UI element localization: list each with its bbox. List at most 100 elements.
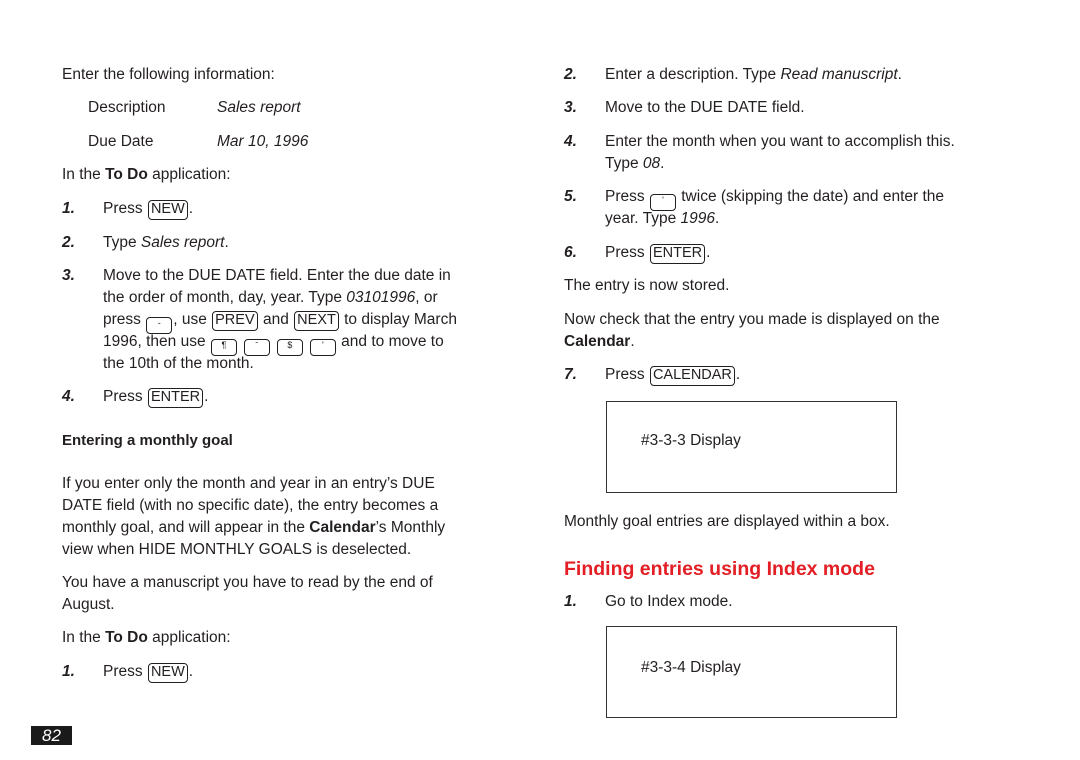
step-number: 3.: [62, 267, 75, 284]
step-text: .: [660, 155, 665, 172]
next-key: NEXT: [294, 311, 339, 331]
field-label-due-date: Due Date: [88, 133, 154, 150]
step-text: to display March: [339, 311, 457, 328]
field-label-description: Description: [88, 99, 166, 116]
index-step-text: Go to Index mode.: [605, 593, 733, 610]
right-step-2-text: Enter a description. Type Read manuscrip…: [605, 64, 902, 86]
check-line-1: Now check that the entry you made is dis…: [564, 311, 940, 328]
manuscript-line-1: You have a manuscript you have to read b…: [62, 574, 433, 591]
step-text: .: [735, 366, 741, 383]
step-number: 7.: [564, 366, 577, 383]
enter-key: ENTER: [649, 244, 706, 264]
intro-text: Enter the following information:: [62, 66, 275, 83]
step-number: 6.: [564, 244, 577, 261]
step-italic: 03101996: [346, 289, 416, 306]
step-number: 1.: [564, 593, 577, 610]
right-step-7-text: Press CALENDAR.: [605, 364, 740, 386]
step-text: and to move to: [336, 333, 444, 350]
step-number: 4.: [62, 388, 75, 405]
step-4-text: Press ENTER.: [103, 386, 208, 408]
step-text: Press: [605, 188, 649, 205]
step-text: Press: [605, 366, 649, 383]
step-3-line-5: the 10th of the month.: [103, 355, 254, 372]
step-text: year. Type: [605, 210, 681, 227]
calendar-bold: Calendar: [309, 519, 376, 536]
check-line-2: Calendar.: [564, 331, 635, 353]
step-text: .: [188, 200, 194, 217]
step-text: , use: [173, 311, 212, 328]
step-italic: Sales report: [140, 234, 225, 251]
step-number: 2.: [62, 234, 75, 251]
step-text: 1996, then use: [103, 333, 210, 350]
field-value-due-date: Mar 10, 1996: [217, 133, 309, 150]
right-arrow-key-icon: ': [309, 339, 336, 356]
subheading: Entering a monthly goal: [62, 432, 233, 449]
paragraph-line-3: monthly goal, and will appear in the Cal…: [62, 517, 445, 539]
step-italic: 08: [642, 155, 661, 172]
app-line-post: application:: [147, 166, 231, 183]
field-value-description: Sales report: [217, 99, 301, 116]
step-text: .: [897, 66, 902, 83]
step-number: 1.: [62, 200, 75, 217]
step-text: the order of month, day, year. Type: [103, 289, 347, 306]
display-placeholder-1: #3-3-3 Display: [606, 401, 897, 493]
paragraph-line-4: view when HIDE MONTHLY GOALS is deselect…: [62, 541, 412, 558]
step-number: 5.: [564, 188, 577, 205]
app-name: To Do: [105, 166, 148, 183]
step-text: and: [258, 311, 294, 328]
step-1-text: Press NEW.: [103, 198, 193, 220]
right-step-4-line-1: Enter the month when you want to accompl…: [605, 133, 955, 150]
step-text: Type: [605, 155, 643, 172]
display-placeholder-label: #3-3-3 Display: [641, 432, 741, 449]
step-text: .: [224, 234, 229, 251]
page-number: 82: [31, 726, 72, 745]
right-step-4-line-2: Type 08.: [605, 153, 664, 175]
new-key: NEW: [147, 200, 188, 220]
enter-key: ENTER: [147, 388, 204, 408]
step-number: 4.: [564, 133, 577, 150]
step-text: .: [188, 663, 194, 680]
paragraph-line-1: If you enter only the month and year in …: [62, 475, 435, 492]
app-line-pre: In the: [62, 166, 106, 183]
step-italic: 1996: [680, 210, 716, 227]
step-final-text: Press NEW.: [103, 661, 193, 683]
step-text: Type: [103, 234, 141, 251]
step-text: .: [706, 244, 711, 261]
step-3-line-1: Move to the DUE DATE field. Enter the du…: [103, 267, 451, 284]
right-step-5-line-2: year. Type 1996.: [605, 208, 719, 230]
paragraph-text: ’s Monthly: [375, 519, 446, 536]
step-text: Enter a description. Type: [605, 66, 781, 83]
step-text: .: [715, 210, 720, 227]
step-number: 1.: [62, 663, 75, 680]
step-number: 3.: [564, 99, 577, 116]
calendar-key: CALENDAR: [649, 366, 735, 386]
down-arrow-key-icon: $: [276, 339, 303, 356]
step-number: 2.: [564, 66, 577, 83]
manuscript-line-2: August.: [62, 596, 115, 613]
section-heading: Finding entries using Index mode: [564, 558, 875, 580]
display-placeholder-label: #3-3-4 Display: [641, 659, 741, 676]
step-text: , or: [415, 289, 438, 306]
step-italic: Read manuscript: [780, 66, 898, 83]
step-text: Press: [605, 244, 649, 261]
app-instruction-2: In the To Do application:: [62, 627, 231, 649]
monthly-note: Monthly goal entries are displayed withi…: [564, 513, 890, 530]
step-3-line-2: the order of month, day, year. Type 0310…: [103, 287, 438, 309]
step-text: press: [103, 311, 146, 328]
right-step-3-text: Move to the DUE DATE field.: [605, 99, 805, 116]
new-key: NEW: [147, 663, 188, 683]
app-instruction: In the To Do application:: [62, 164, 231, 186]
step-text: Press: [103, 663, 147, 680]
app-name: To Do: [105, 629, 148, 646]
check-text: .: [630, 333, 635, 350]
step-text: Press: [103, 388, 147, 405]
app-line-post: application:: [147, 629, 231, 646]
display-placeholder-2: #3-3-4 Display: [606, 626, 897, 718]
step-text: Press: [103, 200, 147, 217]
calendar-bold: Calendar: [564, 333, 631, 350]
stored-text: The entry is now stored.: [564, 277, 730, 294]
step-2-text: Type Sales report.: [103, 232, 229, 254]
right-step-6-text: Press ENTER.: [605, 242, 710, 264]
step-text: .: [204, 388, 209, 405]
app-line-pre: In the: [62, 629, 106, 646]
